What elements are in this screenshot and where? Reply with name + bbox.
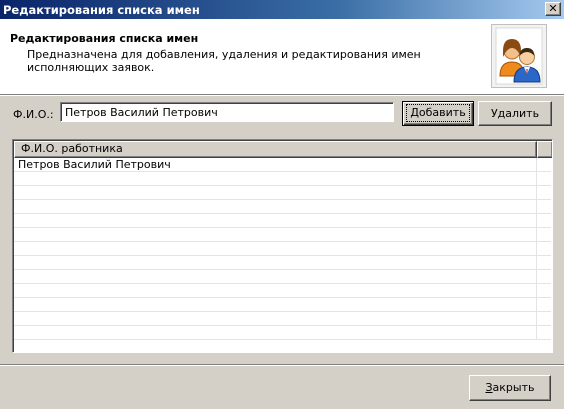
column-header-filler [537, 141, 552, 158]
header-title: Редактирования списка имен [10, 32, 199, 45]
list-item[interactable] [14, 186, 551, 200]
users-icon [491, 24, 547, 88]
add-button-label: Добавить [406, 104, 470, 122]
list-header: Ф.И.О. работника [14, 141, 552, 158]
list-item[interactable] [14, 200, 551, 214]
bottom-separator [0, 364, 564, 366]
title-bar[interactable]: Редактирования списка имен ✕ [0, 0, 564, 19]
names-list[interactable]: Ф.И.О. работника Петров Василий Петрович [12, 139, 553, 353]
close-window-button[interactable]: ✕ [545, 2, 561, 16]
close-button[interactable]: Закрыть [469, 375, 551, 401]
list-item[interactable] [14, 256, 551, 270]
close-icon: ✕ [548, 2, 558, 15]
fio-label: Ф.И.О.: [13, 108, 54, 121]
list-item[interactable] [14, 298, 551, 312]
window-title: Редактирования списка имен [3, 3, 200, 17]
list-item[interactable] [14, 172, 551, 186]
list-item[interactable] [14, 326, 551, 340]
list-item[interactable] [14, 228, 551, 242]
list-item-name: Петров Василий Петрович [18, 158, 171, 171]
list-item[interactable]: Петров Василий Петрович [14, 158, 551, 172]
header-description: Предназначена для добавления, удаления и… [27, 48, 421, 74]
dialog-window: Редактирования списка имен ✕ Редактирова… [0, 0, 564, 409]
list-rows: Петров Василий Петрович [14, 158, 551, 351]
list-item[interactable] [14, 284, 551, 298]
column-header-fio[interactable]: Ф.И.О. работника [14, 141, 537, 158]
delete-button[interactable]: Удалить [478, 101, 552, 126]
list-item[interactable] [14, 270, 551, 284]
list-item[interactable] [14, 242, 551, 256]
header-panel: Редактирования списка имен Предназначена… [0, 19, 564, 96]
list-item[interactable] [14, 312, 551, 326]
list-item[interactable] [14, 214, 551, 228]
fio-input[interactable] [60, 102, 394, 122]
add-button[interactable]: Добавить [402, 101, 474, 126]
